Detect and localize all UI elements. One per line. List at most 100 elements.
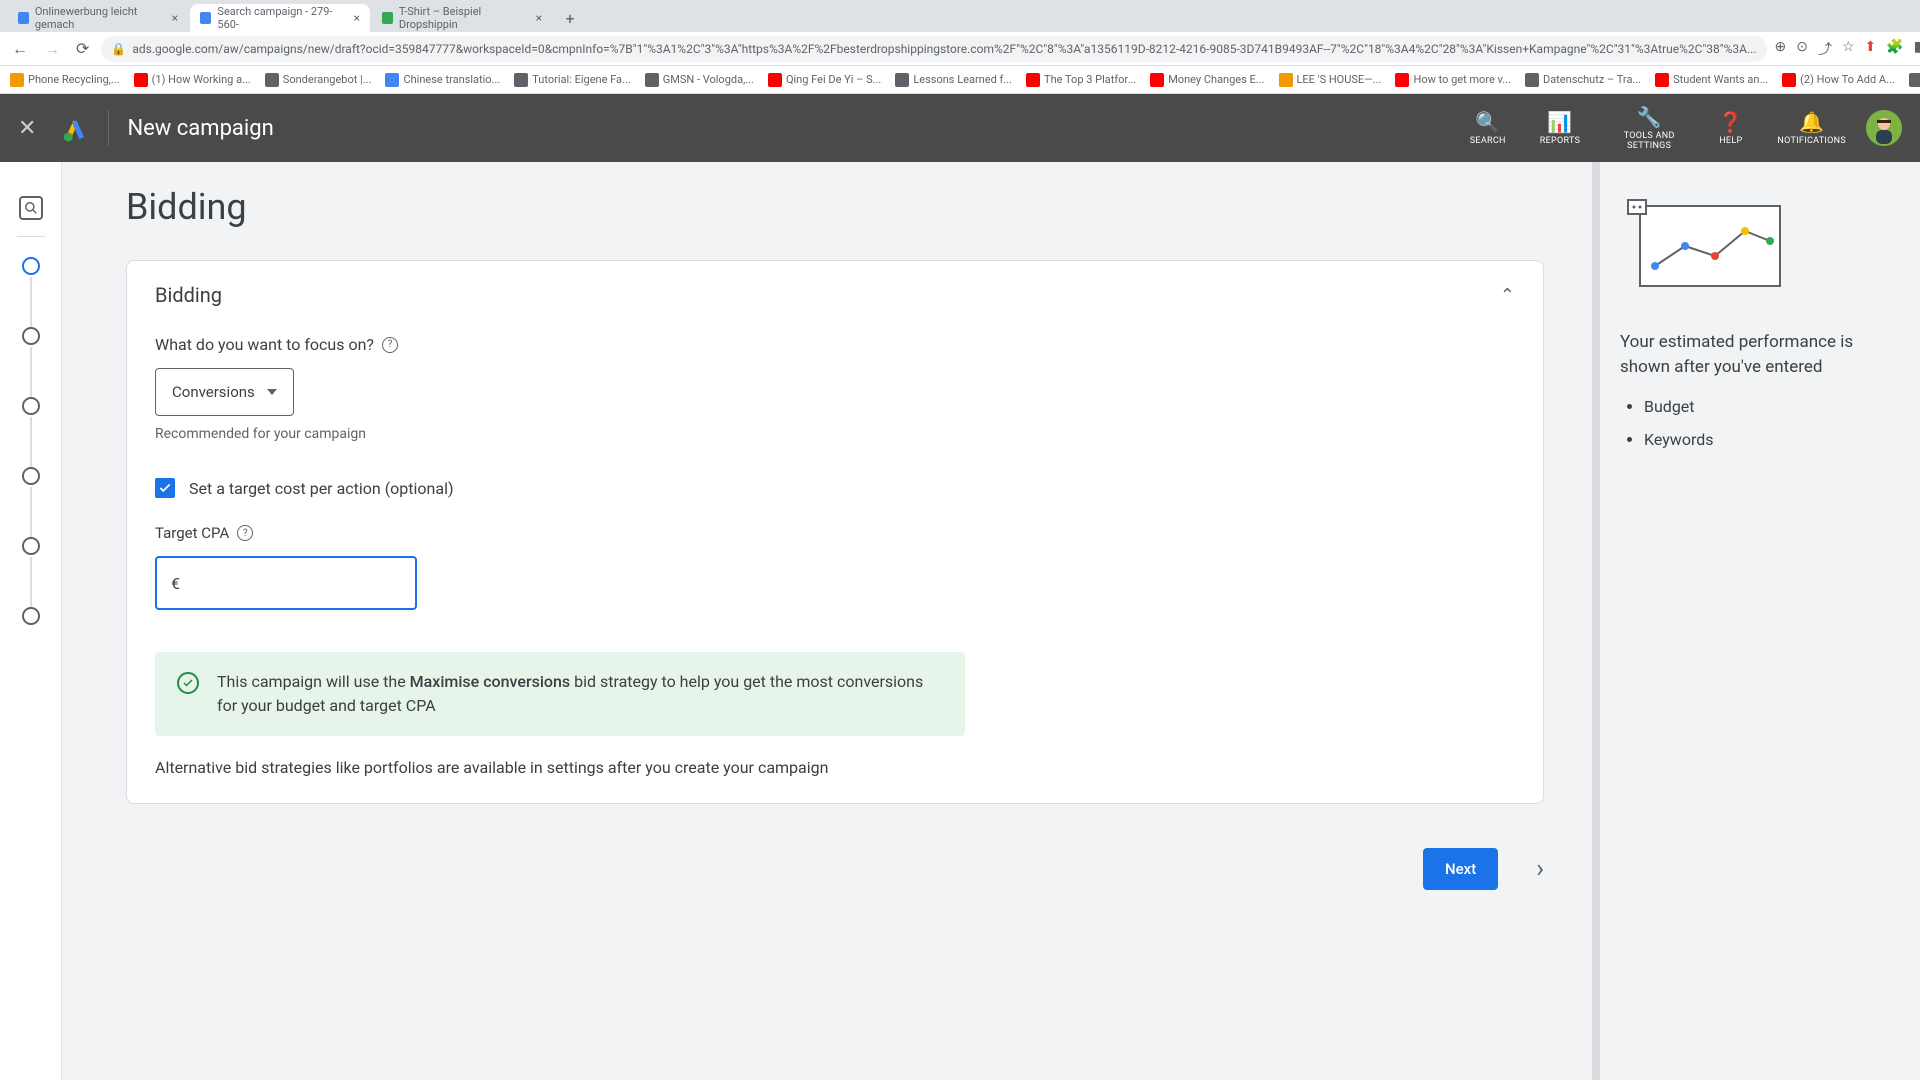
lock-icon: 🔒 — [111, 42, 126, 56]
page-title: New campaign — [127, 116, 1469, 141]
tab-favicon-icon — [200, 12, 211, 24]
bookmark-favicon-icon — [895, 73, 909, 87]
bookmark-favicon-icon — [1150, 73, 1164, 87]
reload-icon[interactable]: ⟳ — [72, 35, 93, 62]
bookmark-item[interactable]: Qing Fei De Yi – S... — [768, 73, 881, 87]
step-dot[interactable] — [22, 537, 40, 555]
card-title: Bidding — [155, 283, 222, 307]
next-button[interactable]: Next — [1423, 848, 1498, 890]
performance-requirements-list: Budget Keywords — [1620, 397, 1900, 449]
header-reports-button[interactable]: 📊REPORTS — [1540, 110, 1580, 146]
forward-icon[interactable]: → — [40, 35, 64, 63]
browser-tab[interactable]: T-Shirt – Beispiel Dropshippin × — [372, 4, 552, 32]
overview-button[interactable] — [19, 196, 43, 220]
chevron-down-icon — [267, 389, 277, 395]
wrench-icon: 🔧 — [1637, 105, 1662, 129]
bookmark-favicon-icon — [10, 73, 24, 87]
recommended-label: Recommended for your campaign — [155, 426, 1515, 442]
close-icon[interactable]: × — [354, 11, 360, 25]
bookmark-favicon-icon — [1782, 73, 1796, 87]
reports-icon: 📊 — [1547, 110, 1572, 134]
list-item: Keywords — [1644, 430, 1900, 449]
bookmark-item[interactable]: LEE 'S HOUSE—... — [1279, 73, 1382, 87]
app-header: ✕ New campaign 🔍SEARCH 📊REPORTS 🔧TOOLS A… — [0, 94, 1920, 162]
list-item: Budget — [1644, 397, 1900, 416]
magnify-icon — [24, 201, 38, 215]
target-cpa-input[interactable] — [188, 574, 401, 592]
scrollbar[interactable] — [1592, 162, 1600, 1080]
target-cpa-input-wrapper[interactable]: € — [155, 556, 417, 610]
url-text: ads.google.com/aw/campaigns/new/draft?oc… — [132, 42, 1756, 56]
step-dot[interactable] — [22, 327, 40, 345]
help-icon: ❓ — [1718, 110, 1743, 134]
divider — [17, 236, 45, 237]
performance-panel: Your estimated performance is shown afte… — [1600, 162, 1920, 1080]
bookmark-favicon-icon — [1909, 73, 1920, 87]
bookmark-favicon-icon — [645, 73, 659, 87]
tab-favicon-icon — [382, 12, 393, 24]
share-icon[interactable]: ⤴ — [1818, 39, 1832, 59]
star-icon[interactable]: ☆ — [1842, 39, 1855, 59]
bookmark-item[interactable]: Tutorial: Eigene Fa... — [514, 73, 631, 87]
bookmark-item[interactable]: Lessons Learned f... — [895, 73, 1012, 87]
browser-tab-active[interactable]: Search campaign - 279-560- × — [190, 4, 370, 32]
close-icon[interactable]: × — [536, 11, 542, 25]
address-bar: ← → ⟳ 🔒 ads.google.com/aw/campaigns/new/… — [0, 32, 1920, 66]
section-heading: Bidding — [126, 186, 1544, 228]
translate-icon[interactable]: ⊕ — [1775, 39, 1787, 59]
bookmarks-bar: Phone Recycling,... (1) How Working a...… — [0, 66, 1920, 94]
bookmark-favicon-icon — [1279, 73, 1293, 87]
step-dot[interactable] — [22, 607, 40, 625]
step-dot-active[interactable] — [22, 257, 40, 275]
bidding-card: Bidding ⌃ What do you want to focus on? … — [126, 260, 1544, 804]
step-dot[interactable] — [22, 467, 40, 485]
tab-favicon-icon — [18, 12, 29, 24]
update-icon[interactable]: ⬆ — [1865, 39, 1877, 59]
bookmark-item[interactable]: Datenschutz – Tra... — [1525, 73, 1641, 87]
divider — [108, 110, 109, 146]
extension-icon[interactable]: ◧ — [1914, 39, 1920, 59]
bookmark-item[interactable]: Money Changes E... — [1150, 73, 1264, 87]
browser-tab[interactable]: Onlinewerbung leicht gemach × — [8, 4, 188, 32]
strategy-info-banner: This campaign will use the Maximise conv… — [155, 652, 965, 736]
search-icon: 🔍 — [1475, 110, 1500, 134]
bookmark-item[interactable]: How to get more v... — [1395, 73, 1511, 87]
bookmark-favicon-icon — [385, 73, 399, 87]
back-icon[interactable]: ← — [8, 35, 32, 63]
google-ads-logo-icon — [60, 113, 90, 143]
close-icon[interactable]: ✕ — [18, 116, 36, 141]
header-notifications-button[interactable]: 🔔NOTIFICATIONS — [1777, 110, 1846, 146]
help-icon[interactable]: ? — [382, 337, 398, 353]
tab-title: T-Shirt – Beispiel Dropshippin — [399, 5, 530, 31]
bookmark-item[interactable]: (2) How To Add A... — [1782, 73, 1895, 87]
bookmark-item[interactable]: Phone Recycling,... — [10, 73, 120, 87]
bookmark-favicon-icon — [514, 73, 528, 87]
bookmark-item[interactable]: (1) How Working a... — [134, 73, 251, 87]
url-input[interactable]: 🔒 ads.google.com/aw/campaigns/new/draft?… — [101, 36, 1766, 62]
step-dot[interactable] — [22, 397, 40, 415]
focus-select[interactable]: Conversions — [155, 368, 294, 416]
help-icon[interactable]: ? — [237, 525, 253, 541]
bookmark-item[interactable]: GMSN - Vologda,... — [645, 73, 754, 87]
header-tools-button[interactable]: 🔧TOOLS AND SETTINGS — [1614, 105, 1684, 151]
extension-icon[interactable]: 🧩 — [1886, 39, 1903, 59]
bookmark-favicon-icon — [768, 73, 782, 87]
new-tab-button[interactable]: + — [558, 6, 582, 30]
main-content: Bidding Bidding ⌃ What do you want to fo… — [62, 162, 1592, 1080]
bookmark-item[interactable]: Chinese translatio... — [385, 73, 500, 87]
zoom-icon[interactable]: ⊙ — [1796, 39, 1808, 59]
avatar[interactable] — [1866, 110, 1902, 146]
tab-title: Onlinewerbung leicht gemach — [35, 5, 166, 31]
target-cpa-label: Target CPA — [155, 524, 229, 542]
header-help-button[interactable]: ❓HELP — [1718, 110, 1743, 146]
close-icon[interactable]: × — [172, 11, 178, 25]
bookmark-item[interactable]: Download - Cooki... — [1909, 73, 1920, 87]
bookmark-item[interactable]: Student Wants an... — [1655, 73, 1768, 87]
bookmark-item[interactable]: Sonderangebot |... — [265, 73, 372, 87]
check-icon — [158, 481, 172, 495]
chevron-up-icon[interactable]: ⌃ — [1500, 285, 1515, 306]
forward-arrow-icon[interactable]: › — [1536, 854, 1544, 884]
header-search-button[interactable]: 🔍SEARCH — [1470, 110, 1506, 146]
bookmark-item[interactable]: The Top 3 Platfor... — [1026, 73, 1136, 87]
target-cpa-checkbox[interactable] — [155, 478, 175, 498]
